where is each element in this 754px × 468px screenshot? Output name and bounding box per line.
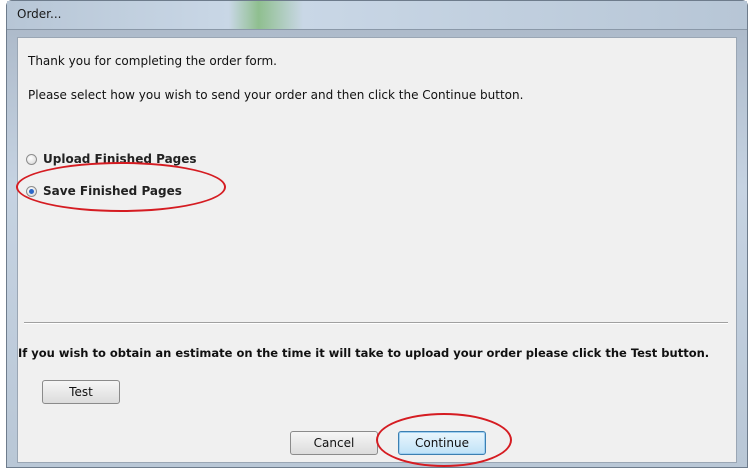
dialog-content: Thank you for completing the order form.… bbox=[17, 37, 737, 463]
instruction-text: Please select how you wish to send your … bbox=[28, 88, 524, 102]
title-bar[interactable]: Order... bbox=[7, 1, 747, 30]
cancel-button[interactable]: Cancel bbox=[290, 431, 378, 455]
option-upload-label: Upload Finished Pages bbox=[43, 152, 197, 166]
radio-upload[interactable] bbox=[26, 153, 37, 165]
option-upload-finished-pages[interactable]: Upload Finished Pages bbox=[26, 152, 197, 166]
option-save-label: Save Finished Pages bbox=[43, 184, 182, 198]
window-title: Order... bbox=[17, 7, 62, 21]
thanks-text: Thank you for completing the order form. bbox=[28, 54, 277, 68]
test-button[interactable]: Test bbox=[42, 380, 120, 404]
order-dialog: Order... Thank you for completing the or… bbox=[6, 0, 748, 468]
option-save-finished-pages[interactable]: Save Finished Pages bbox=[26, 184, 182, 198]
estimate-text: If you wish to obtain an estimate on the… bbox=[18, 346, 710, 360]
radio-save[interactable] bbox=[26, 185, 37, 197]
separator bbox=[24, 322, 728, 324]
continue-button[interactable]: Continue bbox=[398, 431, 486, 455]
